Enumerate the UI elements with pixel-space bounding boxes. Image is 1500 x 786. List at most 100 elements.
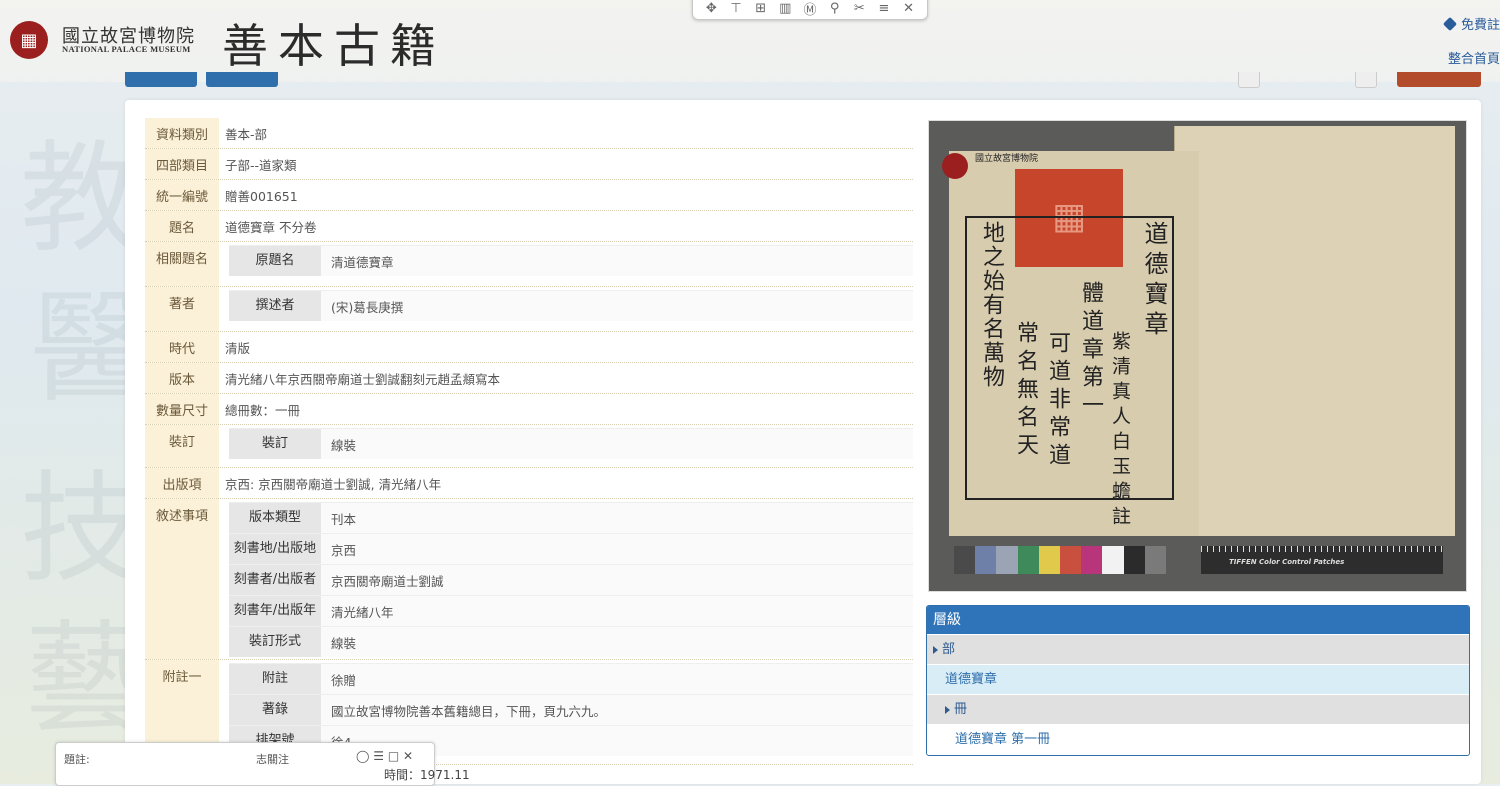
sub-field: 裝訂形式 線裝 [229, 626, 913, 657]
columns-icon[interactable]: ▥ [776, 1, 794, 16]
field-label: 資料類別 [145, 118, 219, 148]
sub-field-value: 線裝 [331, 635, 357, 651]
table-row: 數量尺寸 總冊數：一冊 [145, 394, 913, 425]
sub-field-value: 徐贈 [331, 672, 357, 688]
book-page-right [1174, 126, 1455, 536]
book-image[interactable]: 國立故宮博物院 ▦ 道德寶章 紫清真人白玉蟾註 體道章第一 可道非常道 常名無名… [928, 120, 1467, 592]
museum-logo-icon[interactable]: ▦ [10, 21, 48, 59]
hierarchy-item[interactable]: 部 [927, 634, 1469, 664]
table-row: 時代 清版 [145, 332, 913, 363]
color-patch [1038, 546, 1061, 574]
field-label: 題名 [145, 211, 219, 241]
field-label: 裝訂 [145, 425, 219, 467]
field-value: 清光緒八年京西關帝廟道士劉誠翻刻元趙孟頫寫本 [225, 372, 501, 387]
sub-field: 原題名 清道德寶章 [229, 245, 913, 276]
scissors-icon[interactable]: ✂ [850, 1, 868, 16]
color-patches [954, 546, 1167, 574]
field-value: 善本-部 [225, 127, 268, 142]
sub-field-label: 刻書年/出版年 [229, 596, 321, 626]
color-patch [954, 546, 976, 574]
field-value: 子部--道家類 [225, 158, 297, 173]
color-patch [1060, 546, 1082, 574]
sub-field: 撰述者 (宋)葛長庚撰 [229, 290, 913, 321]
grid-icon[interactable]: ⊞ [752, 1, 770, 16]
zoom-icon[interactable]: ⚲ [826, 1, 844, 16]
free-register-link[interactable]: 免費註 [1442, 14, 1500, 33]
text-cursor-icon[interactable]: ⊤ [727, 1, 745, 16]
text-column: 紫清真人白玉蟾註 [1109, 331, 1131, 531]
color-patch [975, 546, 997, 574]
sub-field-value: 京西關帝廟道士劉誠 [331, 573, 444, 589]
order-button[interactable] [1397, 72, 1481, 87]
sub-field: 刻書年/出版年 清光緒八年 [229, 595, 913, 626]
museum-name-en: NATIONAL PALACE MUSEUM [62, 44, 191, 54]
caret-right-icon [933, 645, 938, 654]
annotation-popup[interactable]: 題註: 志關注 ◯ ☰ □ ✕ [55, 742, 435, 786]
sub-field: 刻書地/出版地 京西 [229, 533, 913, 564]
marker-icon[interactable]: Ⓜ [801, 0, 819, 18]
popup-mid-label: 志關注 [256, 753, 289, 766]
site-title[interactable]: 善本古籍 [222, 10, 446, 76]
color-patch [1123, 546, 1145, 574]
floating-toolbar: ✥ ⊤ ⊞ ▥ Ⓜ ⚲ ✂ ≡ ✕ [692, 0, 928, 20]
field-label: 著者 [145, 287, 219, 331]
sub-field-label: 刻書地/出版地 [229, 534, 321, 564]
field-label: 四部類目 [145, 149, 219, 179]
hierarchy-item[interactable]: 道德寶章 [927, 664, 1469, 694]
table-row: 題名 道德寶章 不分卷 [145, 211, 913, 242]
next-button[interactable] [1355, 72, 1377, 88]
popup-controls-icon[interactable]: ◯ ☰ □ ✕ [356, 749, 413, 763]
table-row: 相關題名 原題名 清道德寶章 [145, 242, 913, 287]
background-calligraphy: 教 [20, 130, 140, 269]
table-row: 敘述事項 版本類型 刊本 刻書地/出版地 京西 刻書者/出版者 京西關帝廟道士劉… [145, 499, 913, 660]
background-calligraphy: 技 [20, 460, 140, 599]
sub-field-label: 附註 [229, 664, 321, 694]
sub-field-label: 刻書者/出版者 [229, 565, 321, 595]
time-text: 時間：1971.11 [384, 768, 470, 782]
list-button[interactable] [206, 72, 278, 87]
sub-field: 刻書者/出版者 京西關帝廟道士劉誠 [229, 564, 913, 595]
watermark-text: 國立故宮博物院 [975, 154, 1039, 164]
back-button[interactable] [125, 72, 197, 87]
metadata-table: 資料類別 善本-部 四部類目 子部--道家類 統一編號 贈善001651 題名 … [145, 118, 913, 765]
sub-field-label: 撰述者 [229, 291, 321, 321]
museum-watermark-icon [942, 153, 968, 179]
caret-right-icon [945, 705, 950, 714]
table-row: 資料類別 善本-部 [145, 118, 913, 149]
color-patch [1081, 546, 1103, 574]
sub-field-value: 清光緒八年 [331, 604, 394, 620]
field-value: 道德寶章 不分卷 [225, 220, 317, 235]
color-patch [1144, 546, 1167, 574]
table-row: 裝訂 裝訂 線裝 [145, 425, 913, 468]
sub-field-label: 原題名 [229, 246, 321, 276]
sub-field-label: 版本類型 [229, 503, 321, 533]
sub-field: 著錄 國立故宮博物院善本舊籍總目，下冊，頁九六九。 [229, 694, 913, 725]
menu-icon[interactable]: ≡ [875, 1, 893, 16]
tag-icon [1442, 16, 1458, 32]
close-icon[interactable]: ✕ [900, 1, 918, 16]
hierarchy-item[interactable]: 道德寶章 第一冊 [927, 724, 1469, 754]
text-column: 地之始有名萬物 [979, 221, 1004, 389]
text-column: 道德寶章 [1140, 221, 1168, 341]
color-patch [1017, 546, 1039, 574]
tiffen-ruler: TIFFEN Color Control Patches [1201, 546, 1443, 574]
table-row: 出版項 京西: 京西關帝廟道士劉誠, 清光緒八年 [145, 468, 913, 499]
sub-field-value: 刊本 [331, 511, 357, 527]
sub-field: 附註 徐贈 [229, 663, 913, 694]
integrated-home-link[interactable]: 整合首頁 [1448, 48, 1500, 67]
hierarchy-item[interactable]: 冊 [927, 694, 1469, 724]
sub-field-value: 線裝 [331, 437, 357, 453]
field-label: 出版項 [145, 468, 219, 498]
text-column: 常名無名天 [1013, 321, 1038, 461]
prev-button[interactable] [1238, 72, 1260, 88]
table-row: 版本 清光緒八年京西關帝廟道士劉誠翻刻元趙孟頫寫本 [145, 363, 913, 394]
field-label: 版本 [145, 363, 219, 393]
color-patch [1102, 546, 1124, 574]
sub-field-label: 裝訂 [229, 429, 321, 459]
field-label: 敘述事項 [145, 499, 219, 659]
sub-field-value: 京西 [331, 542, 357, 558]
sub-field-value: (宋)葛長庚撰 [331, 299, 404, 315]
sub-field-value: 國立故宮博物院善本舊籍總目，下冊，頁九六九。 [331, 703, 607, 719]
sub-field-label: 裝訂形式 [229, 627, 321, 657]
move-icon[interactable]: ✥ [702, 1, 720, 16]
